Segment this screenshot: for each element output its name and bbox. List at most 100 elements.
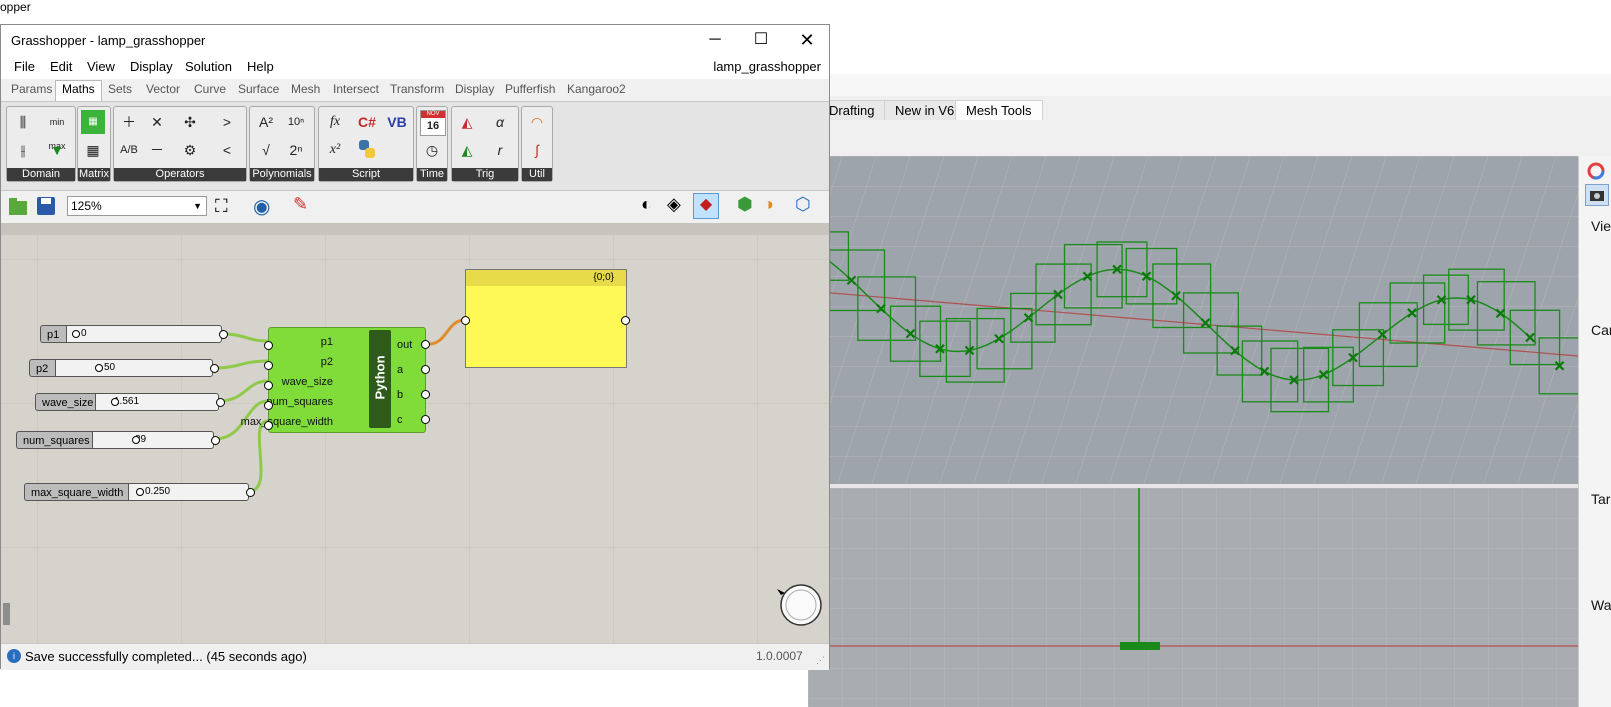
- slider-p1[interactable]: p1 0: [40, 325, 222, 343]
- maximize-button[interactable]: ☐: [738, 25, 784, 55]
- output-grip[interactable]: [421, 340, 430, 349]
- slider-wave-size[interactable]: wave_size 1.561: [35, 393, 219, 411]
- custom-preview-icon[interactable]: ⬡: [795, 194, 811, 215]
- tab-pufferfish[interactable]: Pufferfish: [505, 82, 555, 96]
- preview-eye-icon[interactable]: ◉: [253, 194, 270, 219]
- preview-wireframe-icon[interactable]: ◐: [641, 194, 652, 215]
- output-grip[interactable]: [421, 365, 430, 374]
- tab-vector[interactable]: Vector: [146, 82, 180, 96]
- tab-curve[interactable]: Curve: [194, 82, 226, 96]
- division-icon[interactable]: A/B: [117, 138, 141, 162]
- deconstruct-domain-icon[interactable]: ⫲: [11, 138, 35, 162]
- tab-transform[interactable]: Transform: [390, 82, 444, 96]
- power-of-10-icon[interactable]: 10ⁿ: [284, 110, 308, 134]
- tab-params[interactable]: Params: [11, 82, 52, 96]
- tab-mesh[interactable]: Mesh: [291, 82, 320, 96]
- output-grip[interactable]: [246, 488, 255, 497]
- zoom-dropdown[interactable]: 125% ▼: [67, 196, 207, 216]
- csharp-icon[interactable]: C#: [355, 110, 379, 134]
- slider-knob[interactable]: [95, 364, 103, 372]
- slider-track[interactable]: 39: [92, 431, 214, 449]
- resize-grip-icon[interactable]: ⋰: [816, 655, 825, 666]
- sketch-pen-icon[interactable]: ✎: [293, 194, 308, 215]
- minimize-button[interactable]: ─: [692, 25, 738, 55]
- input-p2[interactable]: p2: [321, 356, 333, 368]
- radians-icon[interactable]: r: [488, 138, 512, 162]
- close-button[interactable]: ✕: [784, 25, 830, 55]
- expression-icon[interactable]: fx: [323, 110, 347, 134]
- output-panel[interactable]: {0;0}: [465, 269, 627, 368]
- input-grip[interactable]: [264, 361, 273, 370]
- slider-max-square-width[interactable]: max_square_width 0.250: [24, 483, 249, 501]
- input-grip[interactable]: [264, 421, 273, 430]
- input-wave-size[interactable]: wave_size: [282, 376, 333, 388]
- preview-selected-icon[interactable]: ◆: [693, 193, 719, 219]
- construct-domain-icon[interactable]: ⫼: [11, 110, 35, 134]
- larger-than-icon[interactable]: >: [215, 110, 239, 134]
- evaluate-icon[interactable]: x²: [323, 138, 347, 162]
- top-viewport[interactable]: [808, 488, 1578, 707]
- output-grip[interactable]: [211, 436, 220, 445]
- square-icon[interactable]: A²: [254, 110, 278, 134]
- tab-kangaroo2[interactable]: Kangaroo2: [567, 82, 626, 96]
- preview-shaded-icon[interactable]: ◈: [667, 194, 681, 215]
- input-num-squares[interactable]: num_squares: [266, 396, 333, 408]
- menu-display[interactable]: Display: [130, 59, 173, 74]
- matrix-icon[interactable]: ▦: [81, 138, 105, 162]
- rhino-tab-new-in-v6[interactable]: New in V6: [884, 100, 966, 120]
- output-grip[interactable]: [421, 415, 430, 424]
- python-component[interactable]: p1 p2 wave_size num_squares max_square_w…: [241, 327, 426, 433]
- tab-maths[interactable]: Maths: [55, 80, 102, 101]
- tab-display[interactable]: Display: [455, 82, 494, 96]
- document-preview-icon[interactable]: ⬢: [737, 194, 753, 215]
- slider-track[interactable]: 0: [66, 325, 222, 343]
- save-file-icon[interactable]: [35, 195, 57, 217]
- tab-intersect[interactable]: Intersect: [333, 82, 379, 96]
- output-grip[interactable]: [216, 398, 225, 407]
- interpolate-icon[interactable]: ∫: [525, 138, 549, 162]
- slider-num-squares[interactable]: num_squares 39: [16, 431, 214, 449]
- slider-knob[interactable]: [136, 488, 144, 496]
- menu-solution[interactable]: Solution: [185, 59, 232, 74]
- remap-icon[interactable]: ▼: [45, 138, 69, 162]
- output-grip[interactable]: [421, 390, 430, 399]
- tab-surface[interactable]: Surface: [238, 82, 279, 96]
- python-icon[interactable]: [355, 138, 379, 162]
- output-c[interactable]: c: [397, 414, 403, 426]
- output-out[interactable]: out: [397, 339, 412, 351]
- subtraction-icon[interactable]: －: [145, 138, 169, 162]
- power-of-2-icon[interactable]: 2ⁿ: [284, 138, 308, 162]
- slider-knob[interactable]: [72, 330, 80, 338]
- sine-icon[interactable]: ◭: [455, 110, 479, 134]
- menu-file[interactable]: File: [14, 59, 35, 74]
- matrix-grid-icon[interactable]: ▦: [81, 110, 105, 134]
- camera-icon[interactable]: [1585, 184, 1609, 206]
- slider-p2[interactable]: p2 50: [29, 359, 213, 377]
- clock-icon[interactable]: ◷: [420, 138, 444, 162]
- input-max-square-width[interactable]: max_square_width: [241, 416, 333, 428]
- multiplication-icon[interactable]: ✕: [145, 110, 169, 134]
- vb-icon[interactable]: VB: [385, 110, 409, 134]
- slider-track[interactable]: 50: [55, 359, 213, 377]
- rhino-tab-mesh-tools[interactable]: Mesh Tools: [955, 100, 1043, 120]
- mass-addition-icon[interactable]: ✣: [178, 110, 202, 134]
- gaussian-icon[interactable]: ◠: [525, 110, 549, 134]
- tab-sets[interactable]: Sets: [108, 82, 132, 96]
- calendar-icon[interactable]: NOV 16: [420, 110, 446, 136]
- input-grip[interactable]: [264, 381, 273, 390]
- smaller-than-icon[interactable]: <: [215, 138, 239, 162]
- slider-knob[interactable]: [132, 436, 140, 444]
- square-root-icon[interactable]: √: [254, 138, 278, 162]
- output-a[interactable]: a: [397, 364, 403, 376]
- status-info-icon[interactable]: i: [7, 649, 21, 663]
- menu-help[interactable]: Help: [247, 59, 274, 74]
- gh-canvas[interactable]: p1 0 p2 50 wave_size 1.561 num_squares 3…: [1, 223, 829, 643]
- zoom-extents-icon[interactable]: ⛶: [215, 196, 228, 217]
- angle-icon[interactable]: α: [488, 110, 512, 134]
- addition-icon[interactable]: ＋: [117, 110, 141, 134]
- input-p1[interactable]: p1: [321, 336, 333, 348]
- slider-track[interactable]: 0.250: [128, 483, 249, 501]
- input-grip[interactable]: [264, 341, 273, 350]
- slider-knob[interactable]: [111, 398, 119, 406]
- panel-input-grip[interactable]: [461, 316, 470, 325]
